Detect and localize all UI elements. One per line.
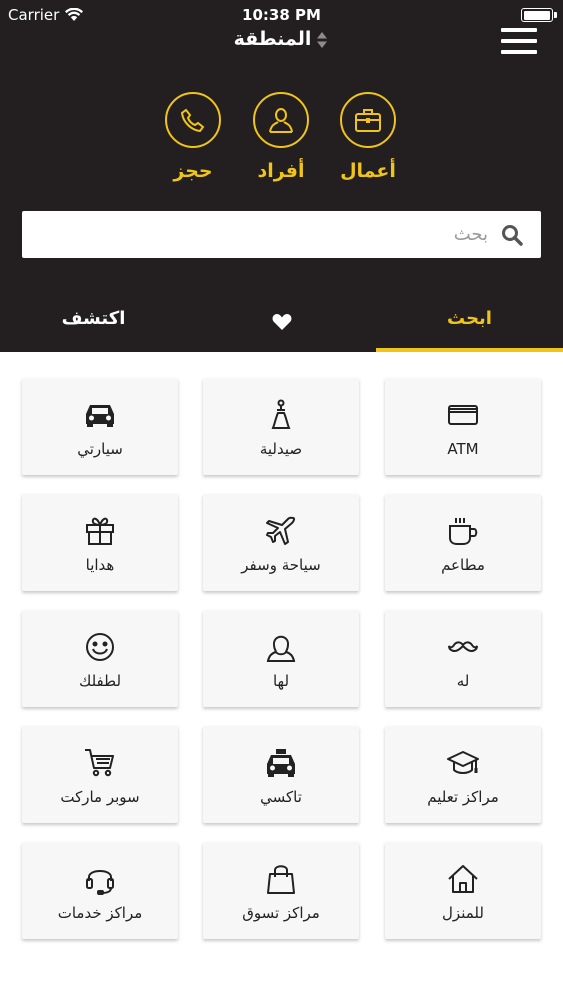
category-supermarket[interactable]: سوبر ماركت xyxy=(22,726,178,823)
hamburger-menu-icon[interactable] xyxy=(501,28,537,54)
category-grid: ATM صيدلية سيارتي مطاعم سياحة وسفر هدايا… xyxy=(0,352,563,1000)
category-label: هدايا xyxy=(85,556,115,574)
category-label: له xyxy=(456,672,470,690)
category-label: سيارتي xyxy=(77,440,123,458)
tab-favorites[interactable] xyxy=(188,290,375,352)
category-service-centers[interactable]: مراكز خدمات xyxy=(22,842,178,939)
woman-icon xyxy=(266,635,296,662)
app-header: Carrier 10:38 PM المنطقة أعمال أفراد حجز… xyxy=(0,0,563,352)
category-label: صيدلية xyxy=(259,440,303,458)
tab-discover-label: اكتشف xyxy=(61,308,126,329)
booking-button[interactable]: حجز xyxy=(143,92,243,182)
category-my-car[interactable]: سيارتي xyxy=(22,378,178,475)
category-label: مراكز تعليم xyxy=(427,788,499,806)
heart-icon xyxy=(272,314,291,330)
category-label: مطاعم xyxy=(441,556,485,574)
category-label: سياحة وسفر xyxy=(241,556,321,574)
booking-label: حجز xyxy=(173,160,213,182)
region-selector[interactable]: المنطقة xyxy=(0,28,563,50)
search-bar xyxy=(22,211,541,258)
airplane-icon xyxy=(266,516,296,545)
search-input[interactable] xyxy=(22,211,492,258)
category-for-your-child[interactable]: لطفلك xyxy=(22,610,178,707)
category-shopping-centers[interactable]: مراكز تسوق xyxy=(203,842,359,939)
category-gifts[interactable]: هدايا xyxy=(22,494,178,591)
category-for-her[interactable]: لها xyxy=(203,610,359,707)
individuals-button[interactable]: أفراد xyxy=(231,92,331,182)
business-label: أعمال xyxy=(340,160,396,182)
quick-actions: أعمال أفراد حجز xyxy=(0,92,563,192)
coffee-cup-icon xyxy=(449,518,478,545)
category-label: مراكز خدمات xyxy=(57,904,143,922)
category-label: تاكسي xyxy=(260,788,302,806)
category-tourism-travel[interactable]: سياحة وسفر xyxy=(203,494,359,591)
category-label: سوبر ماركت xyxy=(60,788,140,806)
person-icon xyxy=(269,108,293,133)
search-icon[interactable] xyxy=(501,224,523,246)
category-for-him[interactable]: له xyxy=(385,610,541,707)
category-pharmacy[interactable]: صيدلية xyxy=(203,378,359,475)
tab-discover[interactable]: اكتشف xyxy=(0,290,187,352)
region-label: المنطقة xyxy=(233,28,312,50)
headset-icon xyxy=(86,870,114,895)
status-time: 10:38 PM xyxy=(242,6,321,24)
category-label: ATM xyxy=(447,440,479,458)
category-label: للمنزل xyxy=(442,904,484,922)
sort-caret-icon xyxy=(317,31,328,48)
status-bar: Carrier 10:38 PM xyxy=(0,0,563,30)
category-taxi[interactable]: تاكسي xyxy=(203,726,359,823)
gift-icon xyxy=(86,517,114,545)
graduation-cap-icon xyxy=(447,751,479,774)
individuals-label: أفراد xyxy=(257,160,305,182)
smiley-icon xyxy=(86,633,114,661)
taxi-icon xyxy=(267,749,295,777)
tab-search-label: ابحث xyxy=(447,308,492,329)
category-education-centers[interactable]: مراكز تعليم xyxy=(385,726,541,823)
phone-icon xyxy=(180,108,205,133)
pharmacy-icon xyxy=(271,399,291,429)
briefcase-icon xyxy=(355,109,381,132)
category-label: مراكز تسوق xyxy=(242,904,320,922)
business-button[interactable]: أعمال xyxy=(318,92,418,182)
tab-search[interactable]: ابحث xyxy=(376,290,563,352)
credit-card-icon xyxy=(448,405,478,425)
shopping-cart-icon xyxy=(85,749,114,777)
category-atm[interactable]: ATM xyxy=(385,378,541,475)
category-restaurants[interactable]: مطاعم xyxy=(385,494,541,591)
shopping-bag-icon xyxy=(267,865,295,894)
category-label: لطفلك xyxy=(78,672,122,690)
car-icon xyxy=(86,405,114,427)
battery-icon xyxy=(521,8,557,22)
house-icon xyxy=(448,865,478,893)
mustache-icon xyxy=(448,641,478,652)
category-home[interactable]: للمنزل xyxy=(385,842,541,939)
category-label: لها xyxy=(272,672,290,690)
tab-bar: ابحث اكتشف xyxy=(0,290,563,352)
